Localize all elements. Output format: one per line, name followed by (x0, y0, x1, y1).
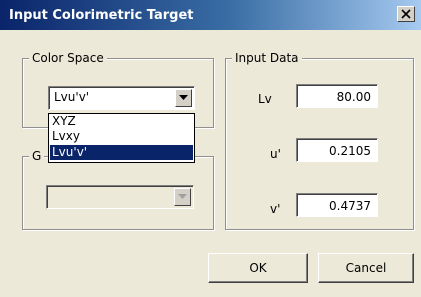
lv-value: 80.00 (336, 90, 371, 104)
cancel-button[interactable]: Cancel (318, 253, 414, 283)
chevron-down-icon (179, 95, 188, 100)
u-prime-label: u' (270, 147, 281, 161)
color-space-selected-value: Lvu'v' (54, 90, 90, 104)
secondary-dropdown-button (174, 188, 191, 206)
color-space-option-lvxy[interactable]: Lvxy (50, 129, 193, 144)
color-space-group-label: Color Space (29, 51, 107, 65)
title-bar[interactable]: Input Colorimetric Target (0, 0, 421, 30)
secondary-group-label: G (29, 149, 45, 163)
color-space-dropdown-list[interactable]: XYZ Lvxy Lvu'v' (48, 113, 195, 163)
color-space-combobox[interactable]: Lvu'v' (48, 86, 195, 110)
v-prime-value: 0.4737 (329, 199, 371, 213)
close-icon (401, 9, 411, 19)
input-data-group-label: Input Data (232, 51, 302, 65)
ok-button[interactable]: OK (208, 253, 308, 283)
lv-input[interactable]: 80.00 (296, 84, 378, 108)
secondary-combobox (46, 185, 194, 209)
u-prime-value: 0.2105 (329, 144, 371, 158)
lv-label: Lv (258, 92, 272, 106)
u-prime-input[interactable]: 0.2105 (296, 138, 378, 162)
chevron-down-icon (178, 194, 187, 199)
v-prime-input[interactable]: 0.4737 (296, 193, 378, 217)
v-prime-label: v' (270, 202, 281, 216)
color-space-option-lvuv[interactable]: Lvu'v' (50, 145, 193, 160)
color-space-option-xyz[interactable]: XYZ (50, 114, 193, 129)
close-button[interactable] (397, 6, 415, 22)
window-title: Input Colorimetric Target (9, 8, 194, 23)
color-space-dropdown-button[interactable] (175, 89, 192, 107)
